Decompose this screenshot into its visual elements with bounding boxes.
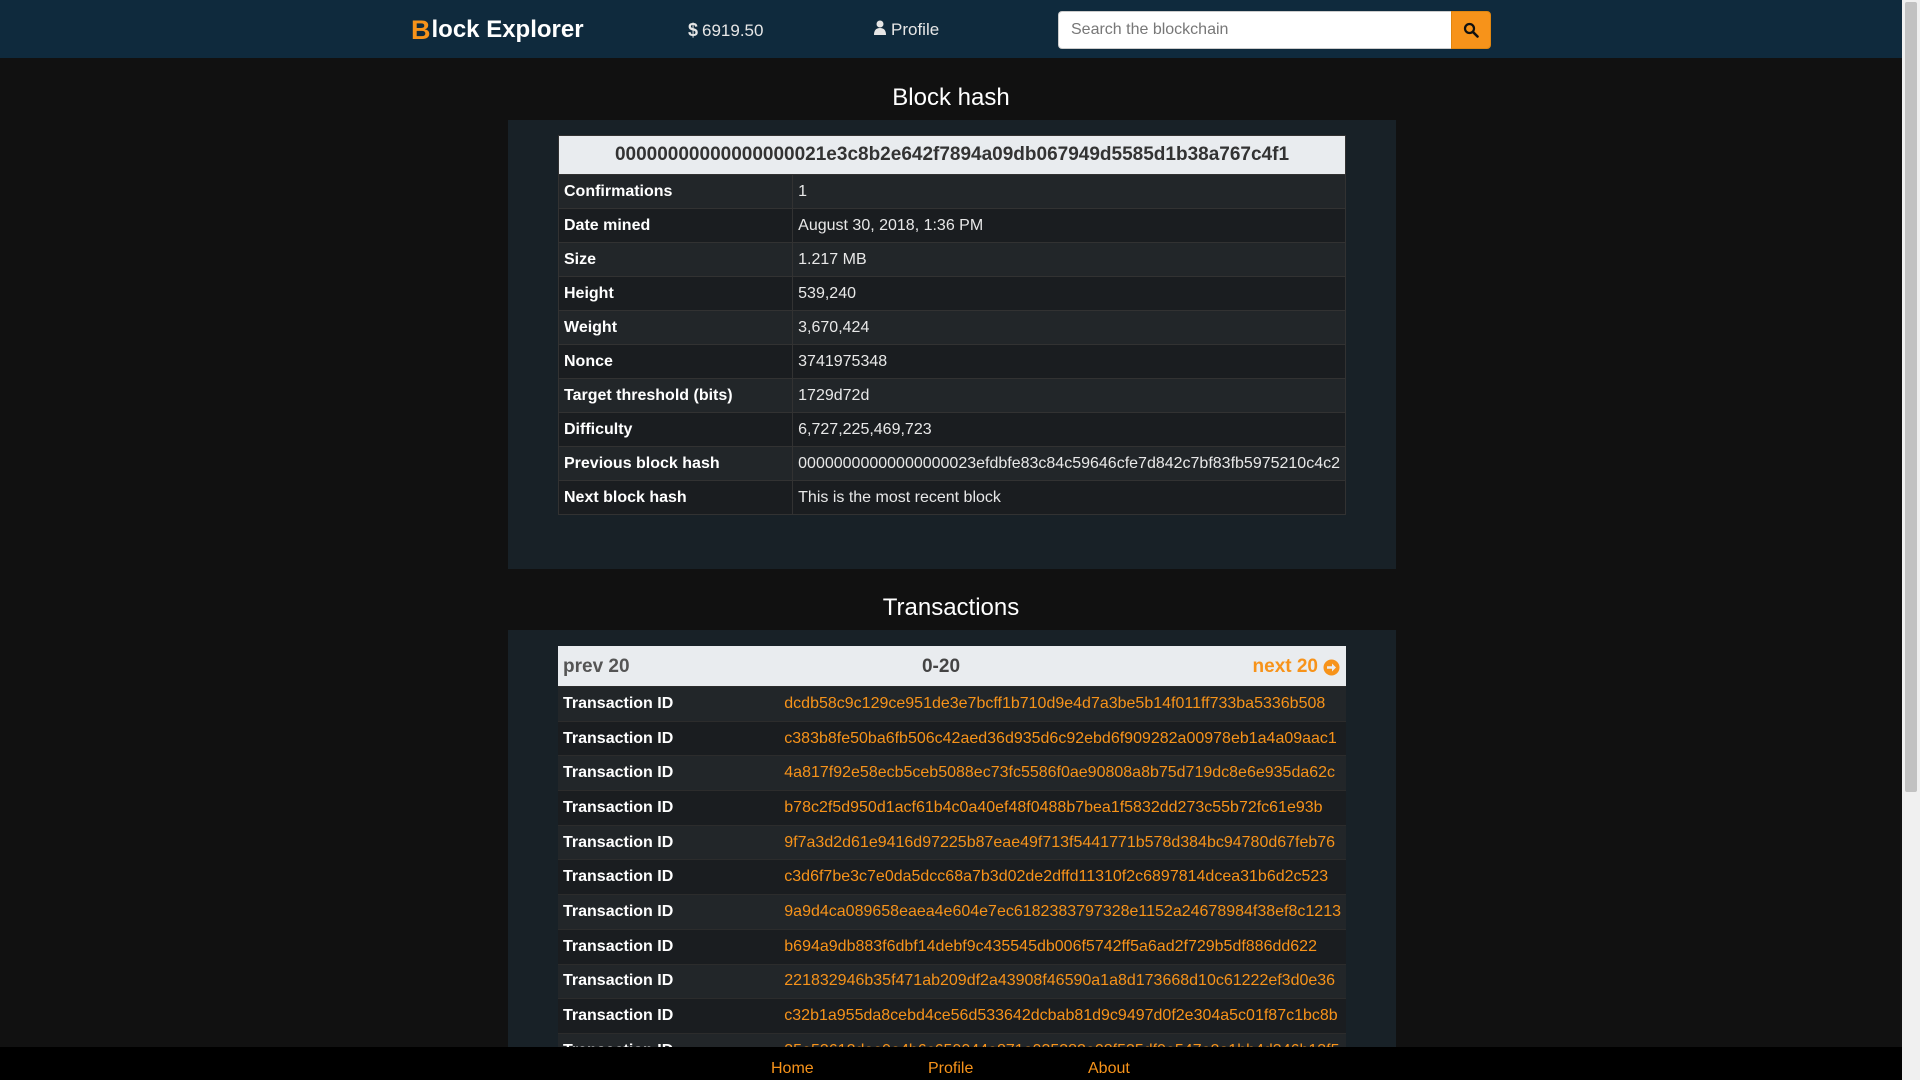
transaction-row: Transaction ID c383b8fe50ba6fb506c42aed36… xyxy=(558,720,1346,756)
page-range: 0-20 xyxy=(921,656,961,677)
block-detail-value: 6,727,225,469,723 xyxy=(792,412,1346,447)
block-section-title: Block hash xyxy=(892,84,1010,111)
transaction-id-label: Transaction ID xyxy=(558,720,780,756)
block-detail-row: Nonce 3741975348 xyxy=(557,344,1346,379)
block-details-table: 00000000000000000021e3c8b2e642f7894a09db… xyxy=(557,135,1346,515)
block-detail-row: Height 539,240 xyxy=(557,276,1346,311)
transaction-id-label: Transaction ID xyxy=(558,824,780,860)
content-viewport: Block hash 00000000000000000021e3c8b2e64… xyxy=(0,0,1902,1047)
block-detail-value: 3,670,424 xyxy=(792,310,1346,345)
transaction-id-label: Transaction ID xyxy=(558,998,780,1034)
block-detail-label: Confirmations xyxy=(557,174,794,209)
transaction-id-link[interactable]: c32b1a955da8cebd4ce56d533642dcbab81d9c94… xyxy=(779,998,1346,1034)
transaction-id-label: Transaction ID xyxy=(558,928,780,964)
transaction-id-label: Transaction ID xyxy=(558,859,780,895)
transaction-id-label: Transaction ID xyxy=(558,963,780,999)
transaction-id-label: Transaction ID xyxy=(558,755,780,791)
transaction-row: Transaction ID 9a9d4ca089658eaea4e604e7ec… xyxy=(558,894,1346,930)
transaction-id-link[interactable]: 35e53612dee9e4b6c659044e871e035382e08f53… xyxy=(779,1032,1346,1047)
block-detail-row: Target threshold (bits) 1729d72d xyxy=(557,378,1346,413)
block-hash: 00000000000000000021e3c8b2e642f7894a09db… xyxy=(558,135,1346,175)
scrollbar-thumb[interactable] xyxy=(1905,2,1917,792)
transaction-id-label: Transaction ID xyxy=(558,1032,780,1047)
transaction-id-link[interactable]: c3d6f7be3c7e0da5dcc68a7b3d02de2dffd11310… xyxy=(779,859,1346,895)
block-detail-label: Weight xyxy=(557,310,794,345)
transaction-row: Transaction ID c32b1a955da8cebd4ce56d5336… xyxy=(558,998,1346,1034)
block-detail-label: Previous block hash xyxy=(557,446,794,481)
transaction-id-link[interactable]: 9f7a3d2d61e9416d97225b87eae49f713f544177… xyxy=(779,824,1346,860)
arrow-circle-right-icon xyxy=(1323,659,1340,675)
block-detail-value: 539,240 xyxy=(792,276,1346,311)
transaction-id-link[interactable]: 9a9d4ca089658eaea4e604e7ec6182383797328e… xyxy=(779,894,1346,930)
transactions-table: Transaction ID dcdb58c9c129ce951de3e7bcff… xyxy=(558,686,1346,1047)
transaction-row: Transaction ID35e53612dee9e4b6c659044e87… xyxy=(558,1032,1346,1047)
transaction-id-link[interactable]: c383b8fe50ba6fb506c42aed36d935d6c92ebd6f… xyxy=(779,720,1346,756)
footer: Home Profile About xyxy=(0,1047,1902,1080)
block-detail-value: 3741975348 xyxy=(792,344,1346,379)
transaction-row: Transaction ID 9f7a3d2d61e9416d97225b87ea… xyxy=(558,824,1346,860)
previous-block-hash-link[interactable]: 00000000000000000023efdbfe83c84c59646cfe… xyxy=(792,446,1346,481)
next-page-button[interactable]: next 20 xyxy=(1253,656,1340,678)
transaction-id-link[interactable]: 221832946b35f471ab209df2a43908f46590a1a8… xyxy=(779,963,1346,999)
block-detail-row: Weight 3,670,424 xyxy=(557,310,1346,345)
transaction-id-label: Transaction ID xyxy=(558,790,780,826)
block-detail-value: 1.217 MB xyxy=(792,242,1346,277)
block-detail-value: 1 xyxy=(792,174,1346,209)
transaction-id-label: Transaction ID xyxy=(558,686,780,722)
block-detail-row: Next block hash This is the most recent b… xyxy=(557,480,1346,515)
transaction-id-label: Transaction ID xyxy=(558,894,780,930)
transaction-row: Transaction ID 4a817f92e58ecb5ceb5088ec73… xyxy=(558,755,1346,791)
transaction-id-link[interactable]: b78c2f5d950d1acf61b4c0a40ef48f0488b7bea1… xyxy=(779,790,1346,826)
block-detail-value: August 30, 2018, 1:36 PM xyxy=(792,208,1346,243)
transaction-id-link[interactable]: 4a817f92e58ecb5ceb5088ec73fc5586f0ae9080… xyxy=(779,755,1346,791)
block-detail-label: Nonce xyxy=(557,344,794,379)
footer-profile-link[interactable]: Profile xyxy=(928,1060,973,1078)
block-detail-row: Difficulty 6,727,225,469,723 xyxy=(557,412,1346,447)
transaction-row: Transaction ID dcdb58c9c129ce951de3e7bcff… xyxy=(558,686,1346,722)
transactions-section-title: Transactions xyxy=(882,594,1020,621)
transactions-pagination: prev 20 0-20 next 20 xyxy=(558,646,1346,686)
transaction-id-link[interactable]: dcdb58c9c129ce951de3e7bcff1b710d9e4d7a3b… xyxy=(779,686,1346,722)
footer-about-link[interactable]: About xyxy=(1088,1060,1130,1078)
footer-home-link[interactable]: Home xyxy=(771,1060,814,1078)
block-detail-row: Size 1.217 MB xyxy=(557,242,1346,277)
transaction-id-link[interactable]: b694a9db883f6dbf14debf9c435545db006f5742… xyxy=(779,928,1346,964)
page-scrollbar[interactable] xyxy=(1902,0,1920,1080)
block-detail-label: Date mined xyxy=(557,208,794,243)
block-detail-label: Next block hash xyxy=(557,480,794,515)
block-detail-row: Date mined August 30, 2018, 1:36 PM xyxy=(557,208,1346,243)
block-detail-value: 1729d72d xyxy=(792,378,1346,413)
block-detail-row: Confirmations 1 xyxy=(557,174,1346,209)
transaction-row: Transaction ID b694a9db883f6dbf14debf9c43… xyxy=(558,928,1346,964)
next-page-label: next 20 xyxy=(1252,656,1318,677)
block-detail-value: This is the most recent block xyxy=(792,480,1346,515)
block-detail-label: Height xyxy=(557,276,794,311)
block-detail-label: Target threshold (bits) xyxy=(557,378,794,413)
block-detail-label: Size xyxy=(557,242,794,277)
block-detail-row: Previous block hash 00000000000000000023e… xyxy=(557,446,1346,481)
transaction-row: Transaction ID 221832946b35f471ab209df2a4… xyxy=(558,963,1346,999)
transaction-row: Transaction ID b78c2f5d950d1acf61b4c0a40e… xyxy=(558,790,1346,826)
transaction-row: Transaction ID c3d6f7be3c7e0da5dcc68a7b3d… xyxy=(558,859,1346,895)
block-detail-label: Difficulty xyxy=(557,412,794,447)
